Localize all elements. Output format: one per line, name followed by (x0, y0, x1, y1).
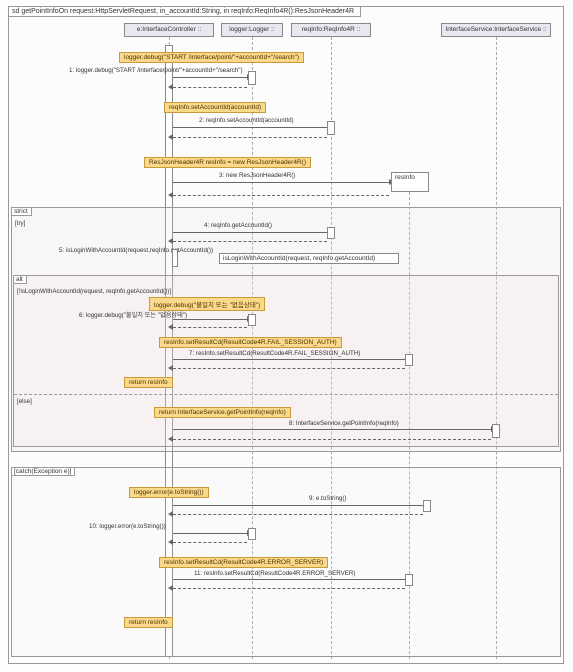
msgbox-1: logger.debug("START /interface/point/"+a… (119, 52, 304, 63)
activation-resinfo-7 (405, 354, 413, 366)
frag-guard-alt: [!isLoginWithAccountId(request, reqInfo.… (17, 288, 171, 295)
note-self-5: isLoginWithAccountId(request, reqInfo.ge… (219, 253, 399, 264)
msgtext-10: 10: logger.error(e.toString()) (89, 523, 166, 530)
msgline-4 (173, 232, 327, 233)
msgline-9 (173, 429, 491, 430)
frag-divider-alt (14, 394, 558, 395)
activation-logger-6 (248, 314, 256, 326)
msgtext-3: 3: new ResJsonHeader4R() (219, 172, 295, 179)
return-7 (173, 368, 405, 369)
msgbox-12: return resInfo (124, 617, 173, 628)
msgbox-6: logger.debug("불일치 또는 "없음상태") (149, 297, 265, 311)
note-resinfo: resInfo (391, 172, 429, 192)
frag-guard-catch: [catch(Exception e)] (12, 468, 75, 476)
activation-reqinfo-4 (327, 227, 335, 239)
arrow-10l (168, 539, 173, 545)
activation-service-9 (492, 424, 500, 438)
msgtext-5: 5: isLoginWithAccountId(request,reqInfo.… (59, 247, 213, 254)
return-9 (173, 439, 491, 440)
activation-logger-10 (248, 528, 256, 540)
frag-label-alt: alt (14, 276, 27, 284)
return-4 (173, 241, 327, 242)
arrow-3r (168, 192, 173, 198)
return-11 (173, 588, 405, 589)
msgline-10 (173, 533, 247, 534)
arrow-7r (168, 365, 173, 371)
frame-title: sd getPointInfoOn request:HttpServletReq… (9, 7, 361, 17)
participant-controller: e:InterfaceController :: (124, 23, 214, 37)
msgbox-10: logger.error(e.toString()) (129, 487, 209, 498)
participant-logger: logger:Logger :: (221, 23, 283, 37)
msgtext-6: 6: logger.debug("불일치 또는 "없음상태") (79, 310, 187, 319)
arrow-10rl (168, 511, 173, 517)
msgbox-7: resInfo.setResultCd(ResultCode4R.FAIL_SE… (159, 337, 342, 348)
arrow-1r (168, 84, 173, 90)
msgbox-8: return resInfo (124, 377, 173, 388)
activation-logger-1 (248, 71, 256, 85)
return-2 (173, 137, 327, 138)
arrow-2r (168, 134, 173, 140)
msgline-1 (173, 77, 247, 78)
frag-guard-try: [try] (15, 220, 25, 227)
activation-reqinfo-2 (327, 121, 335, 135)
msgbox-2: reqInfo.setAccountId(accountId) (164, 102, 266, 113)
frag-label-strict: strict (12, 208, 32, 216)
activation-self-5 (172, 249, 178, 267)
msgtext-1: 1: logger.debug("START /interface/point/… (69, 67, 243, 74)
msgline-2 (173, 127, 327, 128)
msgtext-10r: 9: e.toString() (309, 495, 347, 502)
msgline-7 (173, 359, 405, 360)
return-10 (173, 542, 247, 543)
msgline-6 (173, 319, 247, 320)
return-10r (173, 514, 423, 515)
activation-resinfo-11 (405, 574, 413, 586)
msgtext-11: 11: resInfo.setResultCd(ResultCode4R.ERR… (194, 570, 355, 577)
return-3 (173, 195, 389, 196)
arrow-11r (168, 585, 173, 591)
return-1 (173, 87, 247, 88)
sequence-frame: sd getPointInfoOn request:HttpServletReq… (8, 6, 564, 664)
return-6 (173, 327, 247, 328)
msgbox-3: ResJsonHeader4R resInfo = new ResJsonHea… (144, 157, 311, 168)
arrow-9r (168, 436, 173, 442)
msgtext-9: 8: InterfaceService.getPointInfo(reqInfo… (289, 420, 399, 427)
arrow-6r (168, 324, 173, 330)
activation-e-10 (423, 500, 431, 512)
frag-guard-else: [else] (17, 398, 32, 405)
fragment-alt: alt [!isLoginWithAccountId(request, reqI… (13, 275, 559, 447)
msgbox-9: return InterfaceService.getPointInfo(req… (154, 407, 291, 418)
msgtext-4: 4: reqInfo.getAccountId() (204, 222, 272, 229)
msgtext-7: 7: resInfo.setResultCd(ResultCode4R.FAIL… (189, 350, 360, 357)
arrow-4r (168, 238, 173, 244)
participant-reqinfo: reqInfo:ReqInfo4R :: (291, 23, 371, 37)
msgtext-2: 2: reqInfo.setAccountId(accountId) (199, 117, 294, 124)
msgline-3 (173, 182, 389, 183)
msgline-10r (173, 505, 423, 506)
msgline-11 (173, 579, 405, 580)
participant-service: InterfaceService:InterfaceService :: (441, 23, 551, 37)
msgbox-11: resInfo.setResultCd(ResultCode4R.ERROR_S… (159, 557, 328, 568)
